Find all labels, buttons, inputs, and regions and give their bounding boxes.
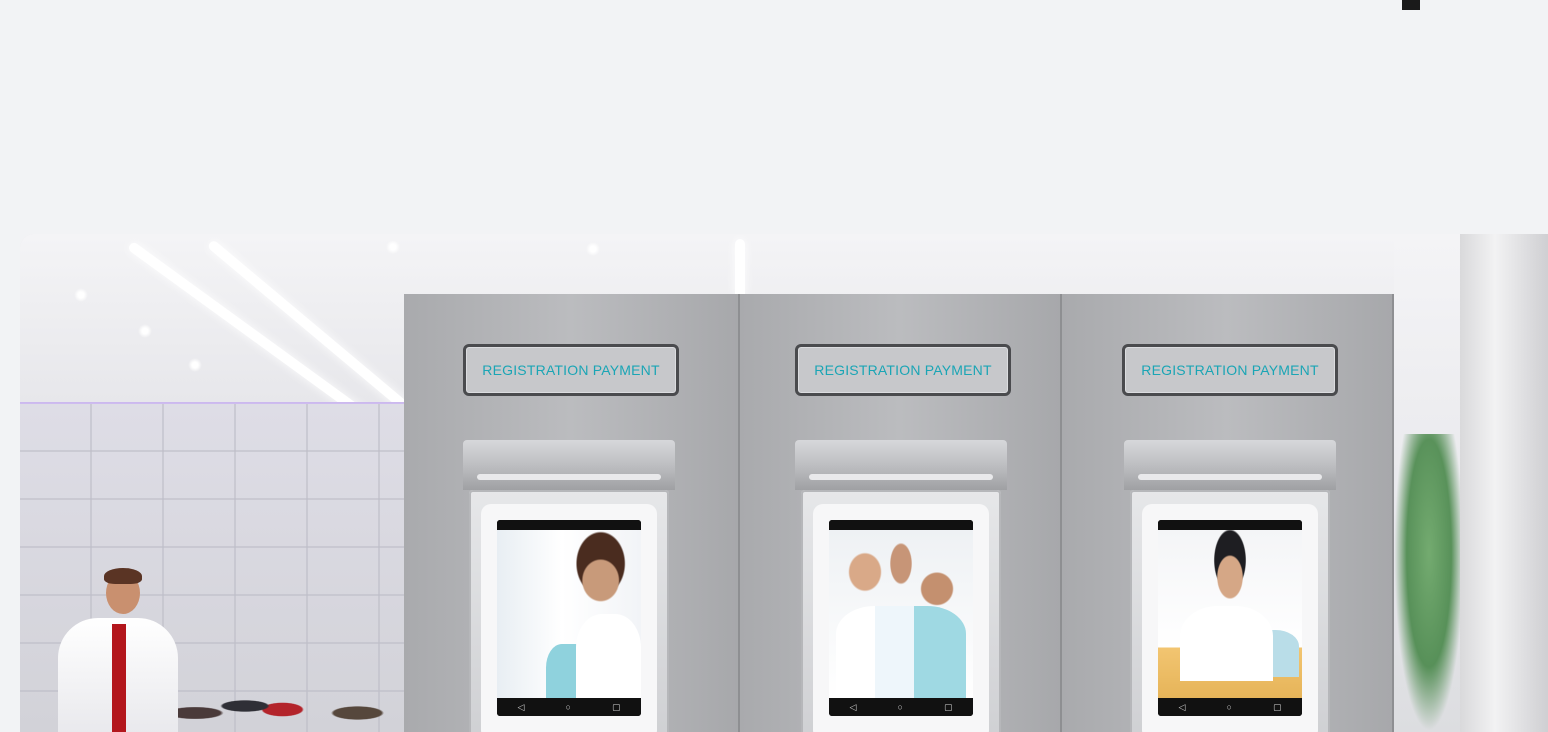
ceiling-downlight	[138, 324, 152, 338]
doctor-photo	[497, 530, 641, 698]
ceiling-light-strip	[735, 239, 745, 299]
back-icon[interactable]: ◁	[518, 702, 525, 713]
screen-nav-bar: ◁ ○ ▢	[1158, 698, 1302, 716]
kiosk-screen-bezel: ◁ ○ ▢	[481, 504, 657, 732]
kiosk-screen[interactable]: ◁ ○ ▢	[829, 520, 973, 716]
recent-apps-icon[interactable]: ▢	[1273, 702, 1282, 713]
pillar	[1460, 234, 1548, 732]
kiosk-device-body: ◁ ○ ▢	[801, 490, 1001, 732]
doctor-and-nurse-photo	[1158, 530, 1302, 698]
kiosk-device-body: ◁ ○ ▢	[469, 490, 669, 732]
kiosk-device-top	[1124, 440, 1336, 490]
recent-apps-icon[interactable]: ▢	[612, 702, 621, 713]
screen-nav-bar: ◁ ○ ▢	[829, 698, 973, 716]
home-icon[interactable]: ○	[565, 702, 570, 712]
doctor-figure-tie	[112, 624, 126, 732]
screen-status-bar	[1158, 520, 1302, 530]
kiosk-sign: REGISTRATION PAYMENT	[1122, 344, 1338, 396]
ceiling-downlight	[188, 358, 202, 372]
medical-team-photo	[829, 530, 973, 698]
ceiling-downlight	[74, 288, 88, 302]
ceiling-downlight	[586, 242, 600, 256]
doctor-figure-hair	[104, 568, 142, 584]
kiosk-device-top	[463, 440, 675, 490]
back-icon[interactable]: ◁	[850, 702, 857, 713]
background-crowd	[170, 664, 420, 732]
top-decorative-mark	[1402, 0, 1420, 10]
kiosk-device-body: ◁ ○ ▢	[1130, 490, 1330, 732]
back-icon[interactable]: ◁	[1179, 702, 1186, 713]
potted-plant	[1394, 434, 1464, 732]
screen-status-bar	[829, 520, 973, 530]
screen-nav-bar: ◁ ○ ▢	[497, 698, 641, 716]
screen-status-bar	[497, 520, 641, 530]
hospital-kiosk-photo: REGISTRATION PAYMENT ◁ ○ ▢ REGISTRATION …	[20, 234, 1548, 732]
kiosk-screen[interactable]: ◁ ○ ▢	[1158, 520, 1302, 716]
kiosk-device-top	[795, 440, 1007, 490]
kiosk-screen-bezel: ◁ ○ ▢	[813, 504, 989, 732]
recent-apps-icon[interactable]: ▢	[944, 702, 953, 713]
kiosk-sign: REGISTRATION PAYMENT	[795, 344, 1011, 396]
kiosk-sign: REGISTRATION PAYMENT	[463, 344, 679, 396]
home-icon[interactable]: ○	[897, 702, 902, 712]
kiosk-sign-label: REGISTRATION PAYMENT	[1141, 362, 1319, 378]
home-icon[interactable]: ○	[1226, 702, 1231, 712]
kiosk-sign-label: REGISTRATION PAYMENT	[482, 362, 660, 378]
ceiling-downlight	[386, 240, 400, 254]
kiosk-sign-label: REGISTRATION PAYMENT	[814, 362, 992, 378]
kiosk-screen-bezel: ◁ ○ ▢	[1142, 504, 1318, 732]
kiosk-screen[interactable]: ◁ ○ ▢	[497, 520, 641, 716]
